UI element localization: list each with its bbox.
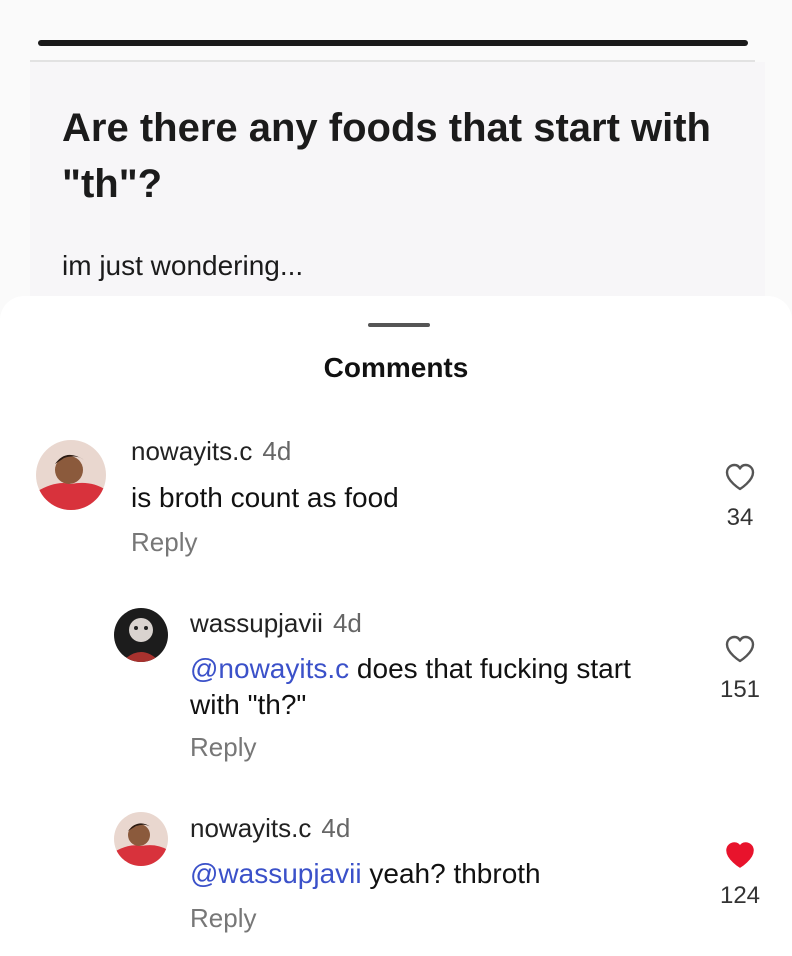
reply-button[interactable]: Reply (131, 527, 197, 558)
comment-username[interactable]: wassupjavii 4d (190, 608, 362, 639)
comment-age: 4d (262, 436, 292, 466)
mention-link[interactable]: @nowayits.c (190, 653, 349, 684)
avatar-image (114, 812, 168, 866)
avatar-image (36, 440, 106, 510)
username-text[interactable]: nowayits.c (131, 436, 252, 466)
comment-age: 4d (321, 813, 351, 843)
username-text[interactable]: wassupjavii (190, 608, 323, 638)
comment-text: @wassupjavii yeah? thbroth (190, 856, 660, 892)
like-button[interactable]: 34 (710, 462, 770, 532)
like-count: 34 (726, 504, 754, 531)
post-title: Are there any foods that start with "th"… (62, 106, 711, 206)
top-divider-bar (38, 40, 748, 46)
like-count: 151 (719, 676, 761, 703)
like-count: 124 (719, 882, 761, 909)
comments-title: Comments (323, 352, 469, 383)
comment-text: @nowayits.c does that fucking start with… (190, 651, 660, 723)
heart-filled-icon[interactable] (724, 840, 756, 870)
username-text[interactable]: nowayits.c (190, 813, 311, 843)
comment-text: is broth count as food (131, 480, 691, 516)
heart-outline-icon[interactable] (724, 634, 756, 664)
heart-outline-icon[interactable] (724, 462, 756, 492)
comment-body: is broth count as food (131, 482, 399, 513)
like-button[interactable]: 124 (710, 840, 770, 910)
comment-username[interactable]: nowayits.c 4d (131, 436, 291, 467)
reply-button[interactable]: Reply (190, 903, 256, 934)
comment-username[interactable]: nowayits.c 4d (190, 813, 350, 844)
avatar[interactable] (36, 440, 106, 510)
like-button[interactable]: 151 (710, 634, 770, 704)
reply-button[interactable]: Reply (190, 732, 256, 763)
comment-age: 4d (332, 608, 362, 638)
avatar[interactable] (114, 812, 168, 866)
mention-link[interactable]: @wassupjavii (190, 858, 362, 889)
avatar[interactable] (114, 608, 168, 662)
sheet-drag-handle[interactable] (368, 323, 430, 327)
avatar-image (114, 608, 168, 662)
comment-body: yeah? thbroth (361, 858, 541, 889)
post-body: im just wondering... (62, 250, 304, 281)
